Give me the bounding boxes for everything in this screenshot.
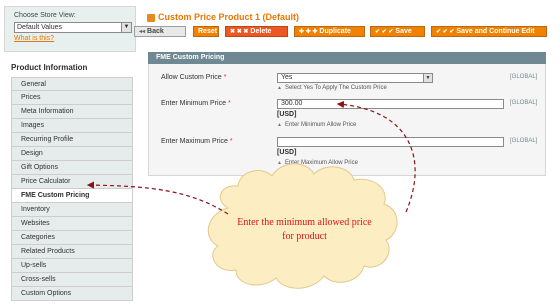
tab-cross-sells[interactable]: Cross-sells	[11, 273, 133, 287]
allow-custom-price-note: ▲ Select Yes To Apply The Custom Price	[277, 85, 387, 91]
product-icon	[147, 14, 155, 22]
min-price-input[interactable]: 300.00	[277, 99, 504, 109]
save-and-continue-button[interactable]: ✔ ✔ ✔ Save and Continue Edit	[431, 26, 547, 37]
tab-custom-options[interactable]: Custom Options	[11, 287, 133, 301]
store-switcher-label: Choose Store View:	[14, 12, 76, 19]
toolbar: ◂◂ Back Reset ✖ ✖ ✖ Delete ✚ ✚ ✚ Duplicate …	[0, 26, 560, 38]
max-price-label-text: Enter Maximum Price	[161, 138, 228, 145]
required-marker: *	[229, 138, 233, 145]
min-price-label-text: Enter Minimum Price	[161, 100, 226, 107]
required-marker: *	[223, 74, 227, 81]
allow-label-text: Allow Custom Price	[161, 74, 222, 81]
back-label: Back	[147, 28, 164, 35]
max-price-input[interactable]	[277, 137, 504, 147]
tab-recurring-profile[interactable]: Recurring Profile	[11, 133, 133, 147]
scope-label: [GLOBAL]	[510, 138, 538, 144]
add-icon: ✚ ✚ ✚	[299, 29, 318, 35]
max-price-label: Enter Maximum Price *	[161, 138, 233, 145]
chevron-down-icon: ▼	[423, 74, 432, 82]
tab-meta-information[interactable]: Meta Information	[11, 105, 133, 119]
tab-inventory[interactable]: Inventory	[11, 203, 133, 217]
max-note-text: Enter Maximum Allow Price	[284, 160, 358, 166]
min-price-label: Enter Minimum Price *	[161, 100, 231, 107]
note-icon: ▲	[277, 85, 282, 91]
max-price-currency: [USD]	[277, 149, 297, 156]
note-icon: ▲	[277, 160, 282, 166]
min-price-currency: [USD]	[277, 111, 297, 118]
min-note-text: Enter Minimum Allow Price	[284, 122, 357, 128]
reset-button[interactable]: Reset	[193, 26, 219, 37]
allow-custom-price-value: Yes	[281, 74, 293, 81]
delete-button[interactable]: ✖ ✖ ✖ Delete	[225, 26, 288, 37]
tab-related-products[interactable]: Related Products	[11, 245, 133, 259]
delete-label: Delete	[250, 28, 272, 35]
tab-gift-options[interactable]: Gift Options	[11, 161, 133, 175]
tab-design[interactable]: Design	[11, 147, 133, 161]
save-button[interactable]: ✔ ✔ ✔ Save	[370, 26, 425, 37]
min-price-note: ▲ Enter Minimum Allow Price	[277, 122, 356, 128]
tab-categories[interactable]: Categories	[11, 231, 133, 245]
page-title: Custom Price Product 1 (Default)	[158, 12, 300, 22]
product-info-title: Product Information	[11, 63, 88, 72]
duplicate-label: Duplicate	[319, 28, 351, 35]
scope-label: [GLOBAL]	[510, 74, 538, 80]
tab-images[interactable]: Images	[11, 119, 133, 133]
max-price-note: ▲ Enter Maximum Allow Price	[277, 160, 358, 166]
callout-text: Enter the minimum allowed price for prod…	[237, 217, 372, 242]
back-icon: ◂◂	[139, 29, 146, 35]
note-icon: ▲	[277, 122, 282, 128]
reset-label: Reset	[198, 28, 218, 35]
tab-fme-custom-pricing[interactable]: FME Custom Pricing	[11, 189, 133, 203]
checkmark-icon: ✔ ✔ ✔	[436, 29, 455, 35]
delete-icon: ✖ ✖ ✖	[230, 29, 249, 35]
save-label: Save	[395, 28, 412, 35]
allow-note-text: Select Yes To Apply The Custom Price	[284, 85, 387, 91]
tab-websites[interactable]: Websites	[11, 217, 133, 231]
save-and-continue-label: Save and Continue Edit	[456, 28, 535, 35]
duplicate-button[interactable]: ✚ ✚ ✚ Duplicate	[294, 26, 365, 37]
back-button[interactable]: ◂◂ Back	[134, 26, 186, 37]
scope-label: [GLOBAL]	[510, 100, 538, 106]
tab-general[interactable]: General	[11, 77, 133, 91]
allow-custom-price-select[interactable]: Yes ▼	[277, 73, 433, 83]
tab-price-calculator[interactable]: Price Calculator	[11, 175, 133, 189]
checkmark-icon: ✔ ✔ ✔	[375, 29, 394, 35]
required-marker: *	[227, 100, 231, 107]
product-tabs: General Prices Meta Information Images R…	[11, 77, 133, 301]
section-header: FME Custom Pricing	[148, 52, 546, 64]
allow-custom-price-label: Allow Custom Price *	[161, 74, 226, 81]
tab-up-sells[interactable]: Up-sells	[11, 259, 133, 273]
tab-prices[interactable]: Prices	[11, 91, 133, 105]
